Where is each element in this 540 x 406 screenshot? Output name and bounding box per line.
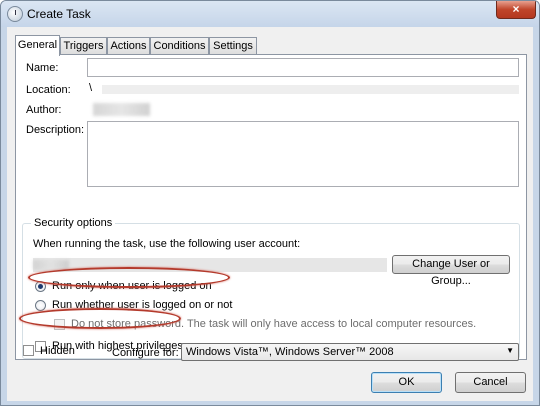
name-input[interactable] xyxy=(87,58,519,77)
tab-conditions[interactable]: Conditions xyxy=(150,37,209,55)
window-title: Create Task xyxy=(27,7,91,21)
chevron-down-icon: ▼ xyxy=(506,346,514,355)
create-task-window: Create Task × General Triggers Actions C… xyxy=(0,0,540,406)
description-label: Description: xyxy=(26,124,85,136)
configure-for-label: Configure for: xyxy=(112,347,179,359)
hidden-label[interactable]: Hidden xyxy=(40,345,75,357)
account-prompt: When running the task, use the following… xyxy=(33,238,301,250)
security-options-group: Security options When running the task, … xyxy=(22,217,520,359)
location-label: Location: xyxy=(26,84,71,96)
close-button[interactable]: × xyxy=(496,1,536,19)
annotation-ellipse-whether xyxy=(28,267,230,288)
hidden-checkbox[interactable] xyxy=(23,345,34,356)
tab-actions[interactable]: Actions xyxy=(107,37,150,55)
description-input[interactable] xyxy=(87,121,519,187)
tab-settings[interactable]: Settings xyxy=(209,37,257,55)
tab-triggers[interactable]: Triggers xyxy=(60,37,107,55)
cancel-button[interactable]: Cancel xyxy=(455,372,526,393)
tab-general[interactable]: General xyxy=(15,35,60,56)
configure-for-select[interactable]: Windows Vista™, Windows Server™ 2008 ▼ xyxy=(181,343,519,361)
change-user-button[interactable]: Change User or Group... xyxy=(392,255,510,287)
ok-button[interactable]: OK xyxy=(371,372,442,393)
location-value: \ xyxy=(89,82,93,94)
radio-whether-logged-on[interactable] xyxy=(35,300,46,311)
author-value-redacted xyxy=(93,103,150,116)
author-label: Author: xyxy=(26,104,62,116)
annotation-ellipse-privileges xyxy=(19,308,181,329)
configure-for-value: Windows Vista™, Windows Server™ 2008 xyxy=(186,346,394,358)
title-bar: Create Task × xyxy=(1,1,539,27)
name-label: Name: xyxy=(26,62,59,74)
task-scheduler-icon xyxy=(7,6,23,22)
dialog-body: General Triggers Actions Conditions Sett… xyxy=(7,27,533,401)
location-field-bg xyxy=(102,85,519,94)
security-options-title: Security options xyxy=(31,217,116,229)
